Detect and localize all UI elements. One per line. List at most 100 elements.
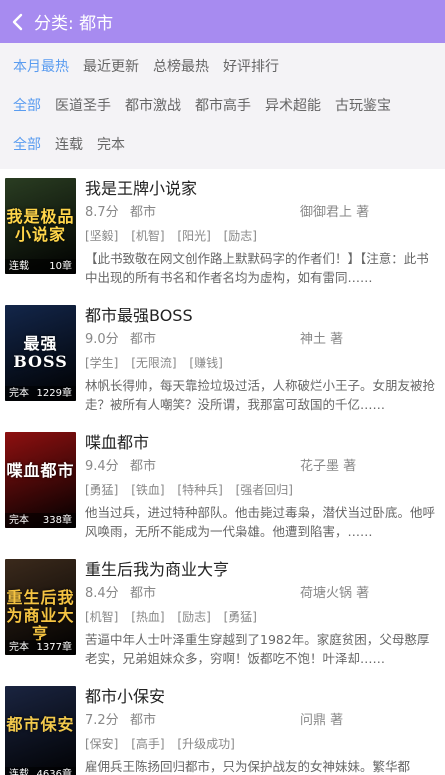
book-tag: [励志] bbox=[223, 229, 257, 243]
sort-option[interactable]: 总榜最热 bbox=[153, 56, 209, 76]
book-title[interactable]: 都市小保安 bbox=[85, 686, 440, 708]
book-author: 御御君上 著 bbox=[300, 205, 370, 220]
book-category: 都市 bbox=[130, 713, 157, 728]
book-cover[interactable]: 最强BOSS 完本 1229章 bbox=[5, 305, 76, 401]
book-category: 都市 bbox=[130, 205, 157, 220]
book-title[interactable]: 重生后我为商业大亨 bbox=[85, 559, 440, 581]
book-item[interactable]: 都市保安 连载 4636章 都市小保安 7.2分 都市 问鼎 著 [保安] [高… bbox=[0, 677, 445, 775]
book-cover[interactable]: 喋血都市 完本 338章 bbox=[5, 432, 76, 528]
book-author: 荷塘火锅 著 bbox=[300, 586, 370, 601]
book-tag: [励志] bbox=[177, 610, 211, 624]
book-tag: [阳光] bbox=[177, 229, 211, 243]
sort-filter-row: 本月最热 最近更新 总榜最热 好评排行 bbox=[13, 51, 293, 81]
status-badge: 连载 4636章 bbox=[5, 767, 76, 775]
book-cover[interactable]: 都市保安 连载 4636章 bbox=[5, 686, 76, 775]
subcategory-option[interactable]: 异术超能 bbox=[265, 95, 321, 115]
cover-title-art: 喋血都市 bbox=[6, 461, 75, 480]
book-tag: [热血] bbox=[131, 610, 165, 624]
status-option[interactable]: 全部 bbox=[13, 134, 41, 154]
sort-option[interactable]: 最近更新 bbox=[83, 56, 139, 76]
book-tag: [勇猛] bbox=[85, 483, 119, 497]
book-score: 9.0分 bbox=[85, 332, 119, 347]
book-title[interactable]: 喋血都市 bbox=[85, 432, 440, 454]
book-tag: [铁血] bbox=[131, 483, 165, 497]
book-score: 8.4分 bbox=[85, 586, 119, 601]
status-badge: 完本 1229章 bbox=[5, 386, 76, 401]
book-category: 都市 bbox=[130, 459, 157, 474]
book-score: 7.2分 bbox=[85, 713, 119, 728]
subcategory-option[interactable]: 都市高手 bbox=[195, 95, 251, 115]
chapter-count: 1229章 bbox=[36, 388, 72, 399]
book-tags: [学生] [无限流] [赚钱] bbox=[85, 353, 440, 373]
book-tag: [学生] bbox=[85, 356, 119, 370]
top-bar: 分类: 都市 bbox=[0, 0, 445, 43]
book-description: 【此书致敬在网文创作路上默默码字的作者们！】【注意：此书中出现的所有书名和作者名… bbox=[85, 251, 429, 285]
book-status: 连载 bbox=[9, 769, 29, 775]
book-tags: [保安] [高手] [升级成功] bbox=[85, 734, 440, 754]
book-tag: [勇猛] bbox=[223, 610, 257, 624]
book-tag: [机智] bbox=[131, 229, 165, 243]
sort-option[interactable]: 本月最热 bbox=[13, 56, 69, 76]
book-item[interactable]: 我是极品小说家 连载 10章 我是王牌小说家 8.7分 都市 御御君上 著 [坚… bbox=[0, 169, 445, 295]
book-item[interactable]: 最强BOSS 完本 1229章 都市最强BOSS 9.0分 都市 神土 著 [学… bbox=[0, 296, 445, 422]
book-status: 连载 bbox=[9, 261, 29, 272]
book-status: 完本 bbox=[9, 388, 29, 399]
book-list: 我是极品小说家 连载 10章 我是王牌小说家 8.7分 都市 御御君上 著 [坚… bbox=[0, 169, 445, 775]
book-status: 完本 bbox=[9, 515, 29, 526]
book-author: 花子墨 著 bbox=[300, 459, 357, 474]
cover-title-art: 最强BOSS bbox=[13, 334, 68, 371]
book-score: 9.4分 bbox=[85, 459, 119, 474]
book-tag: [坚毅] bbox=[85, 229, 119, 243]
book-description: 林帆长得帅，每天靠捡垃圾过活，人称破烂小王子。女朋友被抢走？被所有人嘲笑？没所谓… bbox=[85, 378, 436, 412]
chapter-count: 10章 bbox=[49, 261, 72, 272]
page-title: 分类: 都市 bbox=[34, 14, 114, 34]
chevron-left-icon bbox=[12, 13, 23, 30]
status-badge: 完本 338章 bbox=[5, 513, 76, 528]
status-option[interactable]: 完本 bbox=[97, 134, 125, 154]
book-category: 都市 bbox=[130, 332, 157, 347]
book-author: 问鼎 著 bbox=[300, 713, 344, 728]
filter-panel: 本月最热 最近更新 总榜最热 好评排行 全部 医道圣手 都市激战 都市高手 异术… bbox=[0, 43, 445, 169]
book-title[interactable]: 我是王牌小说家 bbox=[85, 178, 440, 200]
book-tag: [机智] bbox=[85, 610, 119, 624]
book-category: 都市 bbox=[130, 586, 157, 601]
book-tags: [机智] [热血] [励志] [勇猛] bbox=[85, 607, 440, 627]
book-item[interactable]: 重生后我为商业大亨 完本 1377章 重生后我为商业大亨 8.4分 都市 荷塘火… bbox=[0, 550, 445, 676]
status-filter-row: 全部 连载 完本 bbox=[13, 129, 139, 159]
book-title[interactable]: 都市最强BOSS bbox=[85, 305, 440, 327]
back-button[interactable] bbox=[0, 0, 34, 43]
subcategory-option[interactable]: 古玩鉴宝 bbox=[335, 95, 391, 115]
subcategory-filter-row: 全部 医道圣手 都市激战 都市高手 异术超能 古玩鉴宝 bbox=[13, 90, 405, 120]
book-author: 神土 著 bbox=[300, 332, 344, 347]
cover-title-art: 我是极品小说家 bbox=[6, 207, 75, 244]
chapter-count: 1377章 bbox=[36, 642, 72, 653]
chapter-count: 4636章 bbox=[36, 769, 72, 775]
book-description: 苦逼中年人士叶泽重生穿越到了1982年。家庭贫困，父母憨厚老实，兄弟姐妹众多，穷… bbox=[85, 632, 430, 666]
book-tags: [坚毅] [机智] [阳光] [励志] bbox=[85, 226, 440, 246]
sort-option[interactable]: 好评排行 bbox=[223, 56, 279, 76]
book-description: 他当过兵，进过特种部队。他击毙过毒枭，潜伏当过卧底。他呼风唤雨，无所不能成为一代… bbox=[85, 505, 436, 539]
book-tag: [强者回归] bbox=[235, 483, 293, 497]
book-cover[interactable]: 重生后我为商业大亨 完本 1377章 bbox=[5, 559, 76, 655]
book-item[interactable]: 喋血都市 完本 338章 喋血都市 9.4分 都市 花子墨 著 [勇猛] [铁血… bbox=[0, 423, 445, 549]
book-tags: [勇猛] [铁血] [特种兵] [强者回归] bbox=[85, 480, 440, 500]
book-tag: [保安] bbox=[85, 737, 119, 751]
book-description: 雇佣兵王陈扬回归都市，只为保护战友的女神妹妹。繁华都市…… bbox=[85, 759, 411, 774]
subcategory-option[interactable]: 医道圣手 bbox=[55, 95, 111, 115]
cover-title-art: 都市保安 bbox=[6, 715, 75, 734]
chapter-count: 338章 bbox=[42, 515, 72, 526]
book-status: 完本 bbox=[9, 642, 29, 653]
book-tag: [赚钱] bbox=[189, 356, 223, 370]
book-tag: [特种兵] bbox=[177, 483, 223, 497]
subcategory-option[interactable]: 全部 bbox=[13, 95, 41, 115]
book-tag: [无限流] bbox=[131, 356, 177, 370]
book-tag: [升级成功] bbox=[177, 737, 235, 751]
status-badge: 连载 10章 bbox=[5, 259, 76, 274]
subcategory-option[interactable]: 都市激战 bbox=[125, 95, 181, 115]
book-score: 8.7分 bbox=[85, 205, 119, 220]
book-cover[interactable]: 我是极品小说家 连载 10章 bbox=[5, 178, 76, 274]
book-tag: [高手] bbox=[131, 737, 165, 751]
status-option[interactable]: 连载 bbox=[55, 134, 83, 154]
cover-title-art: 重生后我为商业大亨 bbox=[6, 588, 75, 643]
status-badge: 完本 1377章 bbox=[5, 640, 76, 655]
